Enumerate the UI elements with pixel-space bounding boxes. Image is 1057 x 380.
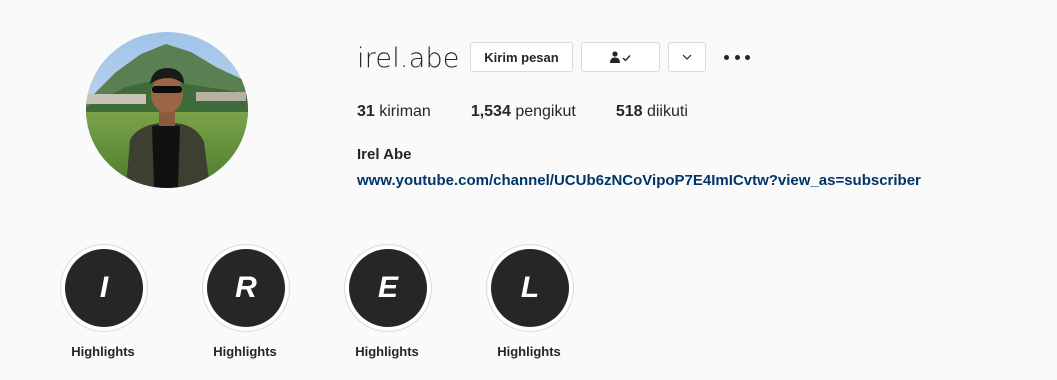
highlight-cover: I: [65, 249, 143, 327]
highlight-label: Highlights: [71, 344, 135, 359]
highlight-ring: R: [202, 244, 290, 332]
highlight-label: Highlights: [355, 344, 419, 359]
more-horizontal-icon[interactable]: [724, 48, 750, 66]
highlight-item[interactable]: R Highlights: [190, 244, 300, 364]
profile-avatar[interactable]: [86, 32, 248, 188]
more-dot: [745, 54, 750, 60]
profile-page: irel.abe Kirim pesan 31 kiriman 1,534 pe…: [0, 0, 1057, 380]
stat-followers-label: pengikut: [515, 103, 576, 120]
highlight-ring: I: [60, 244, 148, 332]
highlight-label: Highlights: [497, 344, 561, 359]
highlight-item[interactable]: L Highlights: [474, 244, 584, 364]
stat-following-count: 518: [615, 103, 643, 120]
stat-following-label: diikuti: [646, 103, 688, 120]
stat-following[interactable]: 518 diikuti: [616, 103, 688, 121]
person-check-icon: [609, 51, 631, 63]
highlight-item[interactable]: I Highlights: [48, 244, 158, 364]
more-dot: [734, 54, 740, 60]
stat-posts: 31 kiriman: [357, 103, 431, 121]
username: irel.abe: [357, 43, 460, 74]
highlight-cover: L: [491, 249, 569, 327]
avatar-photo: [86, 32, 248, 188]
full-name: Irel Abe: [357, 146, 412, 163]
highlight-cover: R: [207, 249, 285, 327]
suggestions-dropdown-button[interactable]: [668, 42, 706, 72]
stat-followers[interactable]: 1,534 pengikut: [471, 103, 576, 121]
website-link[interactable]: www.youtube.com/channel/UCUb6zNCoVipoP7E…: [357, 172, 921, 189]
message-button[interactable]: Kirim pesan: [470, 42, 573, 72]
highlight-label: Highlights: [213, 344, 277, 359]
more-dot: [724, 54, 729, 60]
highlight-item[interactable]: E Highlights: [332, 244, 442, 364]
following-button[interactable]: [581, 42, 660, 72]
highlight-ring: L: [486, 244, 574, 332]
stat-followers-count: 1,534: [470, 103, 511, 120]
highlight-ring: E: [344, 244, 432, 332]
chevron-down-icon: [682, 54, 692, 60]
stat-posts-label: kiriman: [379, 103, 431, 120]
stat-posts-count: 31: [357, 103, 375, 120]
highlight-cover: E: [349, 249, 427, 327]
profile-stats: 31 kiriman 1,534 pengikut 518 diikuti: [357, 103, 728, 121]
